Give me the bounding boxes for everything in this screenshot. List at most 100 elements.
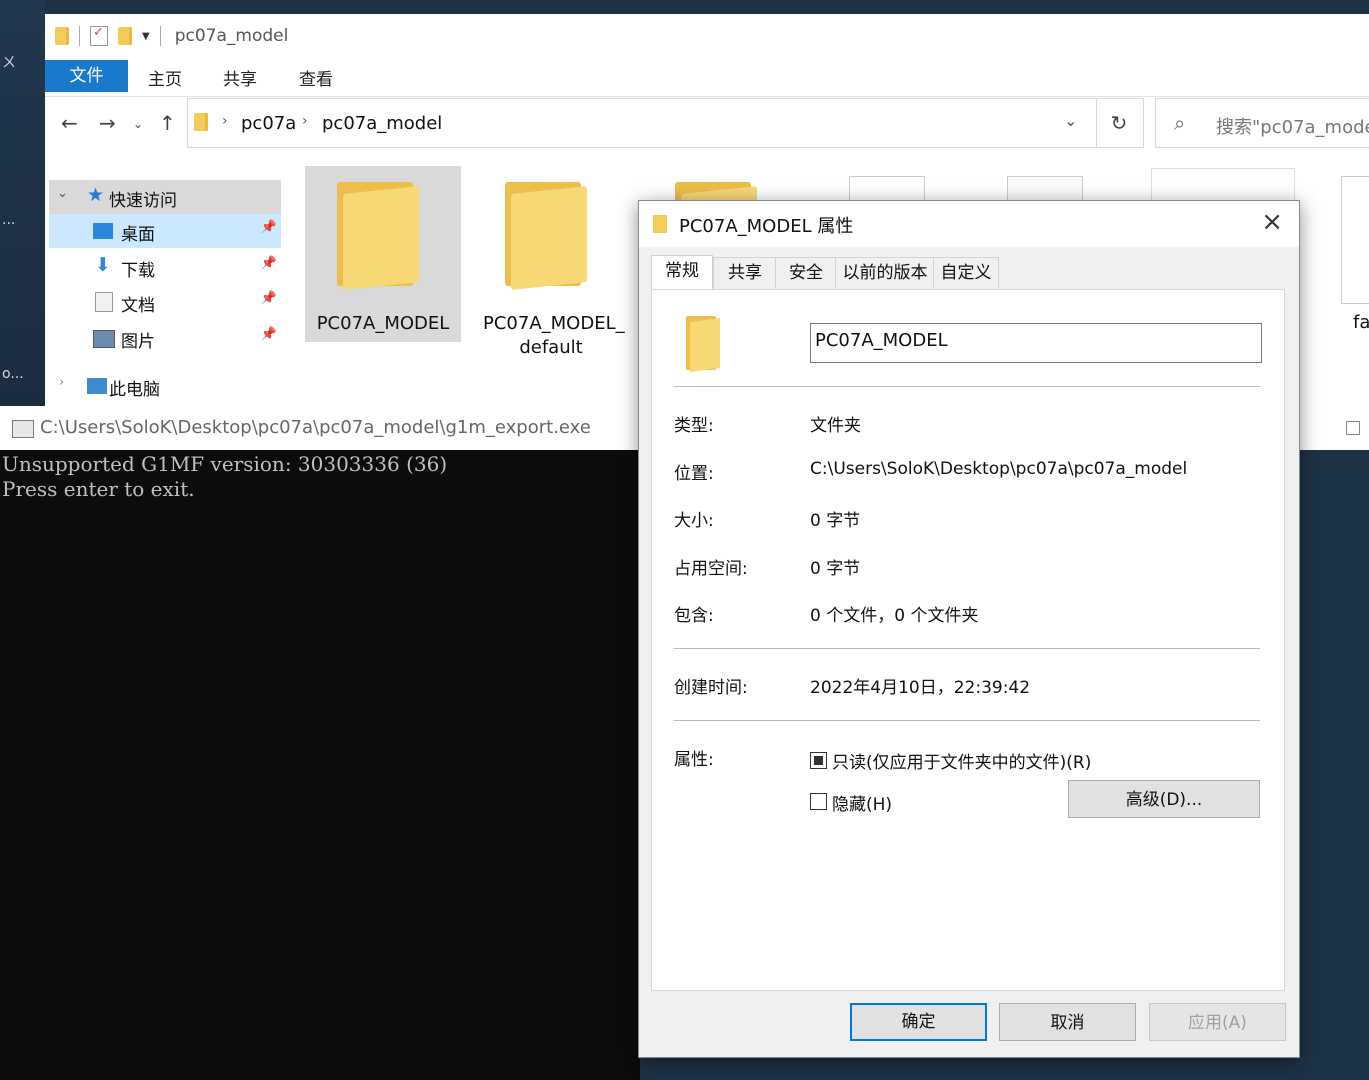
address-dropdown-icon[interactable]: ⌄ (1064, 111, 1077, 130)
star-icon: ★ (87, 184, 105, 206)
divider (674, 648, 1260, 649)
address-bar[interactable]: › pc07a › pc07a_model ⌄ (187, 98, 1097, 148)
address-row: ← → ⌄ ↑ › pc07a › pc07a_model ⌄ ↻ ⌕ 搜索"p… (45, 97, 1369, 153)
folder-item[interactable]: PC07A_MODEL_ default (473, 166, 629, 358)
folder-name: PC07A_MODEL (316, 313, 450, 334)
tab-previous-versions[interactable]: 以前的版本 (835, 257, 935, 288)
readonly-label: 只读(仅应用于文件夹中的文件)(R) (832, 753, 1092, 773)
attributes-label: 属性: (674, 750, 714, 770)
folder-name-field[interactable]: PC07A_MODEL (810, 323, 1262, 363)
new-folder-icon[interactable] (118, 27, 132, 45)
location-value: C:\Users\SoloK\Desktop\pc07a\pc07a_model (810, 459, 1188, 479)
location-label: 位置: (674, 464, 714, 484)
size-value: 0 字节 (810, 511, 861, 531)
desktop-fragment: ㄨ (2, 55, 16, 71)
nav-item-pictures[interactable]: 图片 📌 (49, 321, 281, 355)
nav-label: 图片 (121, 332, 155, 352)
nav-label: 桌面 (121, 225, 155, 245)
search-placeholder: 搜索"pc07a_mode (1216, 117, 1369, 138)
general-panel: PC07A_MODEL 类型: 文件夹 位置: C:\Users\SoloK\D… (651, 289, 1285, 991)
created-label: 创建时间: (674, 678, 748, 698)
file-item[interactable]: fa (1341, 166, 1369, 342)
tab-security[interactable]: 安全 (775, 257, 837, 288)
console-window[interactable]: C:\Users\SoloK\Desktop\pc07a\pc07a_model… (0, 406, 1369, 1080)
pictures-icon (93, 330, 115, 348)
search-icon: ⌕ (1174, 111, 1186, 135)
nav-label: 此电脑 (109, 380, 160, 400)
expand-chevron-icon[interactable]: ⌄ (57, 186, 68, 201)
nav-this-pc[interactable]: › 此电脑 (49, 369, 281, 403)
tab-customize[interactable]: 自定义 (933, 257, 999, 288)
separator (159, 26, 161, 46)
hidden-checkbox[interactable] (810, 793, 827, 810)
file-icon (1341, 176, 1369, 304)
pin-icon[interactable]: 📌 (261, 291, 277, 306)
desktop-fragment: ... (2, 212, 16, 228)
folder-item[interactable]: PC07A_MODEL (305, 166, 461, 342)
console-title: C:\Users\SoloK\Desktop\pc07a\pc07a_model… (40, 417, 591, 438)
close-icon[interactable]: × (1261, 207, 1283, 237)
explorer-titlebar: ▼ pc07a_model (45, 14, 1369, 58)
type-label: 类型: (674, 416, 714, 436)
desktop-fragment: o... (2, 366, 24, 382)
tab-share[interactable]: 共享 (223, 64, 257, 96)
maximize-icon[interactable] (1346, 421, 1360, 435)
properties-icon[interactable] (90, 25, 108, 46)
folder-icon (194, 113, 208, 131)
tab-view[interactable]: 查看 (299, 64, 333, 96)
window-title: pc07a_model (174, 26, 289, 46)
contains-value: 0 个文件，0 个文件夹 (810, 606, 979, 626)
breadcrumb-pc07a-model[interactable]: pc07a_model (322, 113, 442, 134)
properties-dialog: PC07A_MODEL 属性 × 常规 共享 安全 以前的版本 自定义 PC07… (638, 200, 1300, 1058)
desktop-background: ㄨ ... o... (0, 0, 45, 410)
nav-item-downloads[interactable]: ⬇ 下载 📌 (49, 250, 281, 284)
tab-general[interactable]: 常规 (651, 255, 713, 290)
advanced-button[interactable]: 高级(D)... (1068, 780, 1260, 818)
tab-home[interactable]: 主页 (148, 64, 182, 96)
navigation-pane: ⌄ ★ 快速访问 桌面 📌 ⬇ 下载 📌 文档 📌 图片 📌 › 此电脑 (45, 166, 281, 414)
refresh-icon[interactable]: ↻ (1095, 98, 1144, 148)
pin-icon[interactable]: 📌 (261, 220, 277, 235)
up-arrow-icon[interactable]: ↑ (159, 111, 176, 135)
folder-icon (653, 215, 667, 233)
tab-file[interactable]: 文件 (45, 60, 128, 92)
nav-item-desktop[interactable]: 桌面 📌 (49, 214, 281, 248)
back-arrow-icon[interactable]: ← (61, 111, 78, 135)
breadcrumb-chevron-icon[interactable]: › (302, 113, 308, 129)
separator (79, 26, 80, 46)
contains-label: 包含: (674, 606, 714, 626)
folder-name: PC07A_MODEL_ default (483, 313, 625, 358)
nav-label: 下载 (121, 261, 155, 281)
divider (674, 386, 1260, 387)
readonly-checkbox[interactable] (810, 752, 827, 769)
dialog-title: PC07A_MODEL 属性 (679, 216, 854, 237)
cancel-button[interactable]: 取消 (999, 1003, 1136, 1041)
disk-size-label: 占用空间: (674, 559, 748, 579)
expand-chevron-icon[interactable]: › (59, 375, 64, 390)
type-value: 文件夹 (810, 416, 861, 436)
search-input[interactable]: ⌕ 搜索"pc07a_mode (1155, 98, 1369, 148)
tab-sharing[interactable]: 共享 (713, 257, 777, 288)
folder-icon (337, 182, 419, 290)
nav-label: 文档 (121, 296, 155, 316)
download-icon: ⬇ (95, 254, 111, 276)
ribbon: 文件 主页 共享 查看 (45, 58, 1369, 97)
pin-icon[interactable]: 📌 (261, 327, 277, 342)
nav-label: 快速访问 (109, 191, 177, 211)
nav-item-documents[interactable]: 文档 📌 (49, 285, 281, 319)
document-icon (95, 292, 113, 312)
apply-button[interactable]: 应用(A) (1149, 1003, 1286, 1041)
pin-icon[interactable]: 📌 (261, 256, 277, 271)
created-value: 2022年4月10日，22:39:42 (810, 678, 1031, 698)
breadcrumb-chevron-icon[interactable]: › (222, 113, 228, 129)
forward-arrow-icon[interactable]: → (99, 111, 116, 135)
recent-chevron-icon[interactable]: ⌄ (133, 117, 143, 131)
disk-size-value: 0 字节 (810, 559, 861, 579)
chevron-down-icon[interactable]: ▼ (142, 31, 150, 42)
size-label: 大小: (674, 511, 714, 531)
folder-icon (505, 182, 587, 290)
ok-button[interactable]: 确定 (850, 1003, 987, 1041)
nav-quick-access[interactable]: ⌄ ★ 快速访问 (49, 180, 281, 214)
console-output: Unsupported G1MF version: 30303336 (36) … (2, 452, 448, 501)
breadcrumb-pc07a[interactable]: pc07a (241, 113, 296, 134)
